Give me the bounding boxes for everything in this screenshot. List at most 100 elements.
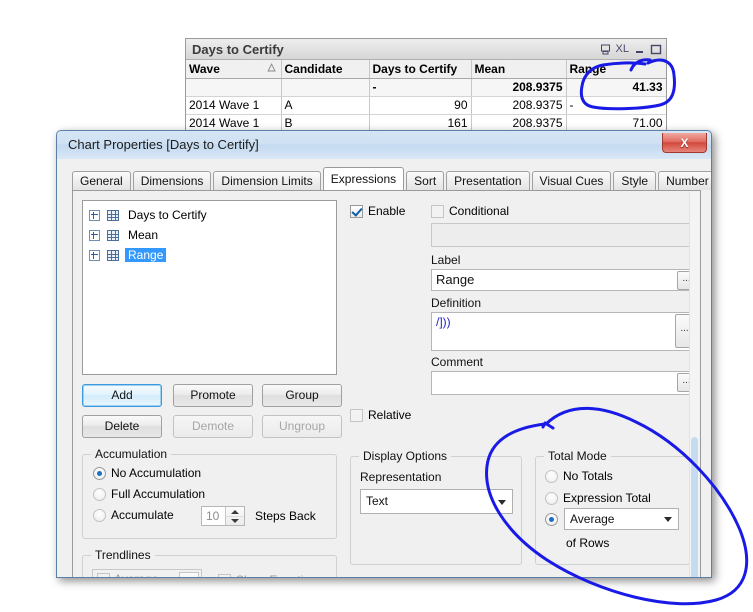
dialog-titlebar[interactable]: Chart Properties [Days to Certify] X xyxy=(57,131,711,159)
checkbox-icon[interactable] xyxy=(350,204,363,218)
relative-checkbox[interactable]: Relative xyxy=(350,408,411,422)
column-header-candidate[interactable]: Candidate xyxy=(281,60,370,79)
radio-label: Accumulate xyxy=(111,508,174,522)
minimize-icon[interactable] xyxy=(634,44,645,55)
cell-wave: 2014 Wave 1 xyxy=(186,96,282,115)
steps-back-label: Steps Back xyxy=(255,509,316,523)
table-row[interactable]: 2014 Wave 1 A 90 208.9375 - xyxy=(186,96,666,115)
tab-dimension-limits[interactable]: Dimension Limits xyxy=(213,171,321,190)
checkbox-icon[interactable] xyxy=(97,572,110,577)
total-mode-groupbox: Total Mode No Totals Expression Total Av… xyxy=(535,449,690,565)
list-item[interactable]: Range xyxy=(89,245,336,265)
chevron-down-icon xyxy=(498,499,506,505)
radio-no-totals[interactable]: No Totals xyxy=(545,469,613,483)
checkbox-icon[interactable] xyxy=(350,408,363,422)
enable-checkbox[interactable]: Enable xyxy=(350,204,405,218)
cell-days: 161 xyxy=(369,114,472,130)
expression-icon xyxy=(107,249,119,261)
expand-plus-icon[interactable] xyxy=(89,229,100,241)
expression-icon xyxy=(107,229,119,241)
column-header-wave[interactable]: Wave △ xyxy=(186,60,282,79)
expand-plus-icon[interactable] xyxy=(89,249,100,261)
radio-label: No Totals xyxy=(563,469,613,483)
tab-presentation[interactable]: Presentation xyxy=(446,171,530,190)
tab-expressions[interactable]: Expressions xyxy=(322,167,405,190)
maximize-icon[interactable] xyxy=(650,44,662,55)
chart-window-title: Days to Certify xyxy=(192,41,284,57)
table-row[interactable]: 2014 Wave 1 B 161 208.9375 71.00 xyxy=(186,114,666,130)
tab-visual-cues[interactable]: Visual Cues xyxy=(531,171,612,190)
column-header-range[interactable]: Range xyxy=(566,60,666,79)
expand-plus-icon[interactable] xyxy=(89,209,100,221)
enable-label: Enable xyxy=(368,204,406,218)
checkbox-icon[interactable] xyxy=(431,204,444,218)
label-field-label: Label xyxy=(431,253,461,267)
trendline-dropdown-icon[interactable] xyxy=(179,572,199,577)
cell-candidate: A xyxy=(281,96,370,115)
cell-wave: 2014 Wave 1 xyxy=(186,114,282,130)
accumulation-group-title: Accumulation xyxy=(91,447,172,461)
group-button[interactable]: Group xyxy=(262,384,342,407)
tab-number[interactable]: Number xyxy=(658,171,711,190)
display-options-groupbox: Display Options Representation Text xyxy=(350,449,522,565)
show-equation-checkbox[interactable]: Show Equation xyxy=(218,573,317,577)
cell-candidate: B xyxy=(281,114,370,130)
checkbox-icon[interactable] xyxy=(218,573,231,577)
spinner-buttons[interactable] xyxy=(225,507,244,525)
column-header-mean[interactable]: Mean xyxy=(471,60,567,79)
column-header-days-to-certify[interactable]: Days to Certify xyxy=(369,60,472,79)
scrollbar-thumb[interactable] xyxy=(691,437,698,577)
tab-sort[interactable]: Sort xyxy=(406,171,445,190)
definition-field-label: Definition xyxy=(431,296,482,310)
sort-ascending-icon: △ xyxy=(267,62,276,73)
radio-icon xyxy=(93,508,106,522)
expression-list[interactable]: Days to Certify Mean Range xyxy=(82,200,337,375)
spinner-down-icon[interactable] xyxy=(226,516,244,525)
list-item[interactable]: Days to Certify xyxy=(89,205,336,225)
definition-input[interactable]: /])) xyxy=(431,312,698,351)
total-wave xyxy=(186,78,282,97)
radio-icon xyxy=(545,513,558,526)
add-button[interactable]: Add xyxy=(82,384,162,407)
conditional-input xyxy=(431,223,698,247)
expression-label-selected: Range xyxy=(125,248,167,262)
conditional-label: Conditional xyxy=(449,204,510,218)
relative-label: Relative xyxy=(368,408,412,422)
radio-expression-total[interactable]: Expression Total xyxy=(545,491,651,505)
radio-aggregation-total[interactable] xyxy=(545,513,558,526)
promote-button[interactable]: Promote xyxy=(173,384,253,407)
dialog-title: Chart Properties [Days to Certify] xyxy=(68,137,259,152)
close-icon[interactable]: X xyxy=(662,133,707,153)
list-item[interactable]: Mean xyxy=(89,225,336,245)
trendline-average-combo[interactable]: Average xyxy=(92,569,202,577)
page-scrollbar[interactable] xyxy=(689,192,699,577)
radio-accumulate[interactable]: Accumulate xyxy=(93,508,174,522)
trendlines-group-title: Trendlines xyxy=(91,548,155,562)
aggregation-select[interactable]: Average xyxy=(564,508,679,530)
aggregation-value: Average xyxy=(570,512,615,526)
total-candidate xyxy=(281,78,370,97)
print-icon[interactable] xyxy=(600,44,611,55)
delete-button[interactable]: Delete xyxy=(82,415,162,438)
radio-icon xyxy=(545,469,558,483)
chart-window: Days to Certify XL Wave △ Candidate Days … xyxy=(185,38,667,131)
representation-value: Text xyxy=(366,494,389,508)
chart-properties-dialog: Chart Properties [Days to Certify] X Gen… xyxy=(56,130,712,578)
excel-export-icon[interactable]: XL xyxy=(616,43,629,55)
conditional-checkbox[interactable]: Conditional xyxy=(431,204,509,218)
radio-icon xyxy=(545,491,558,505)
tab-style[interactable]: Style xyxy=(613,171,657,190)
tab-general[interactable]: General xyxy=(72,171,131,190)
expressions-tab-page: Days to Certify Mean Range Add Promote G… xyxy=(72,190,701,577)
representation-select[interactable]: Text xyxy=(360,489,513,514)
tab-strip: General Dimensions Dimension Limits Expr… xyxy=(72,167,711,190)
cell-range: - xyxy=(566,96,666,115)
steps-back-stepper[interactable]: 10 xyxy=(201,506,245,526)
radio-full-accumulation[interactable]: Full Accumulation xyxy=(93,487,205,501)
label-input[interactable]: Range xyxy=(431,269,698,291)
comment-input[interactable] xyxy=(431,371,698,395)
expression-label: Mean xyxy=(128,228,159,242)
steps-back-value: 10 xyxy=(206,509,220,523)
radio-no-accumulation[interactable]: No Accumulation xyxy=(93,466,201,480)
tab-dimensions[interactable]: Dimensions xyxy=(132,171,212,190)
